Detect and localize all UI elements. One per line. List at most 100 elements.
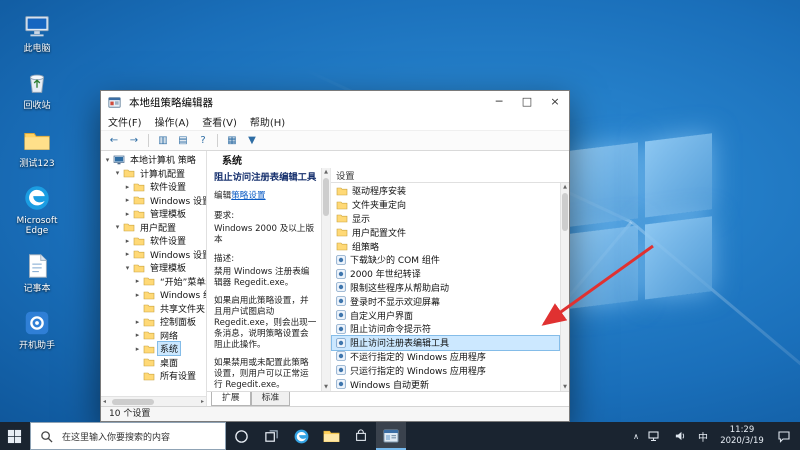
forward-icon[interactable]: → [125,132,143,149]
tree-node-label: 所有设置 [158,369,198,382]
filter-icon[interactable]: ▼ [243,132,261,149]
setting-item-1[interactable]: 文件夹重定向 [332,198,559,212]
start-button[interactable] [0,422,30,450]
tree-node-12[interactable]: ▸控制面板 [101,315,206,329]
tree-expander[interactable]: ▸ [133,345,142,353]
tree-node-16[interactable]: 所有设置 [101,369,206,383]
tree-node-label: 本地计算机 策略 [128,153,198,166]
action-center-icon[interactable] [777,430,791,443]
scrollbar-thumb[interactable] [112,399,154,405]
taskbar-cortana-button[interactable] [226,422,256,450]
tree-node-7[interactable]: ▸Windows 设置 [101,248,206,262]
menu-item-1[interactable]: 操作(A) [155,114,190,129]
menu-item-2[interactable]: 查看(V) [202,114,237,129]
input-method-indicator[interactable]: 中 [698,429,708,444]
tree-expander[interactable]: ▸ [123,250,132,258]
desktop-icon-recycle-bin[interactable]: 回收站 [6,67,68,111]
tree-node-11[interactable]: 共享文件夹 [101,302,206,316]
desktop-icon-edge[interactable]: Microsoft Edge [6,182,68,237]
console-window-icon [108,97,121,108]
taskbar-search-input[interactable]: 在这里输入你要搜索的内容 [30,422,226,450]
menu-item-3[interactable]: 帮助(H) [250,114,285,129]
setting-item-10[interactable]: 阻止访问命令提示符 [332,322,559,336]
setting-item-6[interactable]: 2000 年世纪转译 [332,267,559,281]
network-icon[interactable] [648,430,662,442]
setting-item-label: 2000 年世纪转译 [350,267,421,280]
settings-column-header[interactable]: 设置 [331,168,569,183]
setting-item-2[interactable]: 显示 [332,212,559,226]
setting-item-14[interactable]: Windows 自动更新 [332,377,559,391]
tree-node-8[interactable]: ▾管理模板 [101,261,206,275]
desktop-icon-tool[interactable]: 开机助手 [6,307,68,351]
menu-item-0[interactable]: 文件(F) [108,114,142,129]
setting-item-4[interactable]: 组策略 [332,239,559,253]
tree-expander[interactable]: ▾ [113,169,122,177]
setting-item-7[interactable]: 限制这些程序从帮助启动 [332,281,559,295]
tree-expander[interactable]: ▸ [123,196,132,204]
close-button[interactable]: × [541,91,569,113]
setting-item-9[interactable]: 自定义用户界面 [332,308,559,322]
maximize-button[interactable]: □ [513,91,541,113]
setting-item-13[interactable]: 只运行指定的 Windows 应用程序 [332,363,559,377]
taskbar-gpedit-button[interactable] [376,422,406,450]
tree-node-13[interactable]: ▸网络 [101,329,206,343]
tree-node-3[interactable]: ▸Windows 设置 [101,194,206,208]
tree-expander[interactable]: ▸ [123,237,132,245]
tab-1[interactable]: 标准 [251,392,291,406]
tree-node-2[interactable]: ▸软件设置 [101,180,206,194]
taskbar-edge-button[interactable] [286,422,316,450]
show-console-tree-icon[interactable]: ▥ [154,132,172,149]
setting-item-5[interactable]: 下载缺少的 COM 组件 [332,253,559,267]
taskbar-clock[interactable]: 11:292020/3/19 [716,425,768,447]
desktop-icon-folder[interactable]: 测试123 [6,125,68,169]
folder-icon [143,344,155,354]
volume-icon[interactable] [674,430,687,442]
desktop-icon-this-pc[interactable]: 此电脑 [6,10,68,54]
folder-icon [123,168,135,178]
tab-0[interactable]: 扩展 [211,392,251,406]
tree-horizontal-scrollbar[interactable]: ◂▸ [101,396,206,406]
setting-item-3[interactable]: 用户配置文件 [332,225,559,239]
window-titlebar[interactable]: 本地组策略编辑器 ─ □ × [101,91,569,113]
tree-node-5[interactable]: ▾用户配置 [101,221,206,235]
setting-item-8[interactable]: 登录时不显示欢迎屏幕 [332,294,559,308]
description-scrollbar[interactable]: ▲▼ [321,168,330,391]
scroll-right-icon: ▸ [201,398,204,405]
tree-node-4[interactable]: ▸管理模板 [101,207,206,221]
settings-list-scrollbar[interactable]: ▲▼ [560,183,569,391]
requirements-label: 要求: [214,211,317,222]
back-icon[interactable]: ← [105,132,123,149]
export-list-icon[interactable]: ▤ [174,132,192,149]
tree-expander[interactable]: ▸ [123,210,132,218]
taskbar-store-button[interactable] [346,422,376,450]
tree-expander[interactable]: ▾ [113,223,122,231]
tree-node-0[interactable]: ▾ 本地计算机 策略 [101,153,206,167]
help-icon[interactable]: ? [194,132,212,149]
tree-node-15[interactable]: 桌面 [101,356,206,370]
tree-expander[interactable]: ▸ [133,318,142,326]
tree-node-1[interactable]: ▾计算机配置 [101,167,206,181]
setting-item-11[interactable]: 阻止访问注册表编辑工具 [332,336,559,350]
desktop-icon-document[interactable]: 记事本 [6,250,68,294]
tree-expander[interactable]: ▾ [103,156,112,164]
properties-icon[interactable]: ▦ [223,132,241,149]
hidden-icons-chevron-icon[interactable]: ∧ [633,432,639,441]
tree-expander[interactable]: ▸ [123,183,132,191]
tree-expander[interactable]: ▸ [133,277,142,285]
minimize-button[interactable]: ─ [485,91,513,113]
edit-policy-link[interactable]: 策略设置 [231,191,265,201]
tree-node-10[interactable]: ▸Windows 组件 [101,288,206,302]
taskbar-file-explorer-button[interactable] [316,422,346,450]
scrollbar-thumb[interactable] [323,178,329,216]
tree-expander[interactable]: ▾ [123,264,132,272]
taskbar-task-view-button[interactable] [256,422,286,450]
setting-item-0[interactable]: 驱动程序安装 [332,184,559,198]
setting-item-label: 显示 [352,212,370,225]
tree-node-9[interactable]: ▸“开始”菜单和... [101,275,206,289]
setting-item-12[interactable]: 不运行指定的 Windows 应用程序 [332,350,559,364]
tree-expander[interactable]: ▸ [133,291,142,299]
tree-node-6[interactable]: ▸软件设置 [101,234,206,248]
scrollbar-thumb[interactable] [562,193,568,231]
tree-expander[interactable]: ▸ [133,331,142,339]
tree-node-14[interactable]: ▸系统 [101,342,206,356]
